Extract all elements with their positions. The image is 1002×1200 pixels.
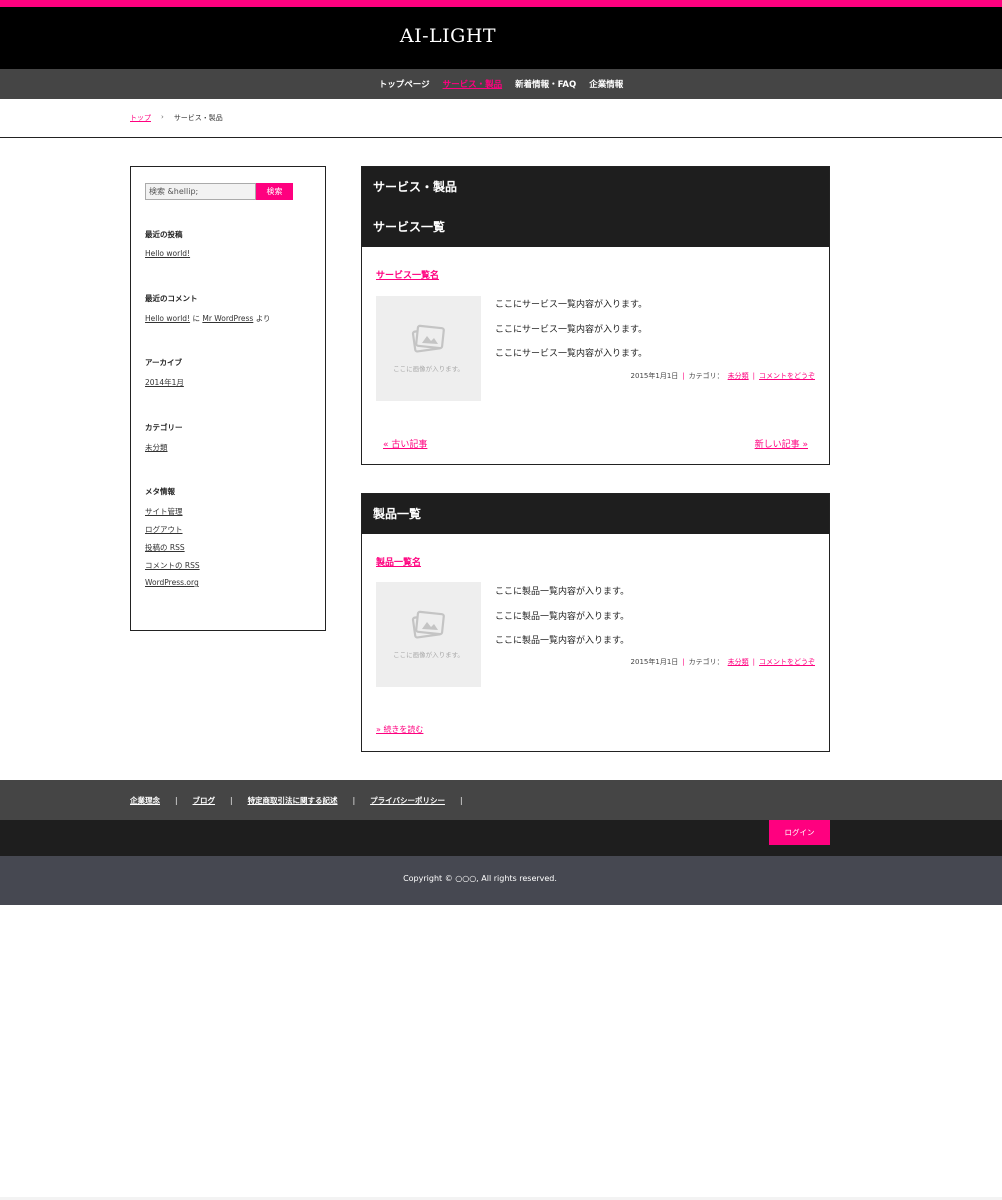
breadcrumb-current: サービス・製品 — [173, 114, 223, 122]
breadcrumb: トップ › サービス・製品 — [130, 113, 223, 123]
footer-separator: | — [175, 796, 178, 805]
nav-item-news-faq[interactable]: 新着情報・FAQ — [515, 78, 576, 90]
comment-author-link[interactable]: Mr WordPress — [202, 314, 253, 323]
services-panel: サービス・製品 サービス一覧 サービス一覧名 ここに画像が入ります。 ここにサー… — [361, 166, 830, 465]
widget-title: 最近のコメント — [145, 294, 198, 303]
meta-separator: | — [682, 658, 685, 666]
excerpt-line: ここにサービス一覧内容が入ります。 — [495, 349, 648, 359]
meta-link-comments-rss[interactable]: コメントの RSS — [145, 560, 200, 571]
comment-post-link[interactable]: Hello world! — [145, 314, 190, 323]
image-placeholder-icon — [411, 324, 445, 353]
footer-separator: | — [230, 796, 233, 805]
read-more-link[interactable]: » 続きを読む — [376, 724, 423, 735]
widget-title: メタ情報 — [145, 487, 175, 496]
widget-recent-posts: 最近の投稿 Hello world! — [145, 229, 190, 265]
post-date: 2015年1月1日 — [630, 658, 679, 666]
footer-link-commerce-law[interactable]: 特定商取引法に関する記述 — [248, 795, 338, 806]
meta-link-wordpress[interactable]: WordPress.org — [145, 578, 200, 587]
excerpt-line: ここに製品一覧内容が入ります。 — [495, 636, 630, 646]
meta-link-admin[interactable]: サイト管理 — [145, 506, 200, 517]
recent-comment: Hello world! に Mr WordPress より — [145, 313, 271, 324]
footer-separator: | — [352, 796, 356, 805]
footer-nav: 企業理念 | ブログ | 特定商取引法に関する記述 | プライバシーポリシー | — [0, 780, 1002, 820]
nav-item-services[interactable]: サービス・製品 — [443, 78, 503, 90]
site-logo[interactable]: AI-LIGHT — [0, 25, 896, 47]
footer-links: 企業理念 | ブログ | 特定商取引法に関する記述 | プライバシーポリシー | — [130, 795, 477, 806]
post-date: 2015年1月1日 — [630, 372, 679, 380]
post-category-link[interactable]: 未分類 — [728, 657, 749, 667]
site-header: AI-LIGHT — [0, 7, 1002, 69]
thumbnail-placeholder-text: ここに画像が入ります。 — [393, 651, 464, 659]
widget-title: カテゴリー — [145, 423, 183, 432]
services-section-title: サービス一覧 — [373, 220, 446, 234]
footer-bar: ログイン — [0, 820, 1002, 856]
copyright-bar: Copyright © ○○○, All rights reserved. — [0, 856, 1002, 905]
meta-link-logout[interactable]: ログアウト — [145, 524, 200, 535]
widget-archives: アーカイブ 2014年1月 — [145, 357, 184, 395]
top-accent-bar — [0, 0, 1002, 7]
post-comment-link[interactable]: コメントをどうぞ — [759, 657, 815, 667]
excerpt-line: ここに製品一覧内容が入ります。 — [495, 611, 630, 622]
search-form: 検索 — [145, 183, 293, 200]
product-post-meta: 2015年1月1日 | カテゴリ： 未分類 | コメントをどうぞ — [631, 657, 815, 667]
copyright-text: Copyright © ○○○, All rights reserved. — [403, 874, 557, 883]
excerpt-line: ここに製品一覧内容が入ります。 — [495, 587, 630, 597]
page-title: サービス・製品 — [373, 180, 458, 194]
post-comment-link[interactable]: コメントをどうぞ — [759, 371, 815, 381]
category-link[interactable]: 未分類 — [145, 442, 183, 453]
breadcrumb-home[interactable]: トップ — [130, 113, 151, 123]
login-button[interactable]: ログイン — [769, 820, 830, 845]
recent-post-link[interactable]: Hello world! — [145, 249, 190, 258]
category-label: カテゴリ： — [688, 372, 724, 380]
service-thumbnail: ここに画像が入ります。 — [376, 296, 481, 401]
widget-title: アーカイブ — [145, 358, 183, 367]
product-post-title[interactable]: 製品一覧名 — [376, 555, 421, 568]
breadcrumb-divider — [0, 137, 1002, 138]
footer-separator: | — [459, 796, 463, 805]
products-section-title: 製品一覧 — [373, 507, 422, 521]
nav-item-company[interactable]: 企業情報 — [589, 78, 623, 90]
service-post-meta: 2015年1月1日 | カテゴリ： 未分類 | コメントをどうぞ — [631, 371, 815, 381]
search-button[interactable]: 検索 — [256, 183, 293, 200]
newer-posts-link[interactable]: 新しい記事 » — [755, 437, 808, 450]
footer-link-philosophy[interactable]: 企業理念 — [130, 795, 160, 806]
breadcrumb-separator: › — [161, 113, 164, 121]
thumbnail-placeholder-text: ここに画像が入ります。 — [393, 365, 464, 373]
meta-separator: | — [752, 372, 755, 380]
service-post-excerpt: ここにサービス一覧内容が入ります。 ここにサービス一覧内容が入ります。 ここにサ… — [495, 297, 647, 371]
search-input[interactable] — [145, 183, 256, 200]
older-posts-link[interactable]: « 古い記事 — [383, 437, 427, 450]
excerpt-line: ここにサービス一覧内容が入ります。 — [495, 300, 648, 310]
meta-separator: | — [752, 658, 755, 666]
service-post-title[interactable]: サービス一覧名 — [376, 268, 439, 281]
widget-categories: カテゴリー 未分類 — [145, 422, 183, 460]
services-panel-header: サービス・製品 サービス一覧 — [362, 167, 829, 247]
product-post-excerpt: ここに製品一覧内容が入ります。 ここに製品一覧内容が入ります。 ここに製品一覧内… — [495, 584, 629, 658]
widget-meta: メタ情報 サイト管理 ログアウト 投稿の RSS コメントの RSS WordP… — [145, 486, 200, 594]
widget-recent-comments: 最近のコメント Hello world! に Mr WordPress より — [145, 293, 271, 324]
category-label: カテゴリ： — [688, 658, 724, 666]
nav-item-top[interactable]: トップページ — [379, 78, 430, 90]
widget-title: 最近の投稿 — [145, 230, 183, 239]
sidebar: 検索 最近の投稿 Hello world! 最近のコメント Hello worl… — [130, 166, 326, 631]
footer-link-privacy[interactable]: プライバシーポリシー — [370, 795, 445, 806]
image-placeholder-icon — [411, 610, 445, 639]
comment-on-text: に — [192, 314, 200, 323]
comment-suffix-text: より — [255, 314, 271, 323]
post-category-link[interactable]: 未分類 — [728, 371, 749, 381]
archive-link[interactable]: 2014年1月 — [145, 377, 184, 388]
product-thumbnail: ここに画像が入ります。 — [376, 582, 481, 687]
meta-link-posts-rss[interactable]: 投稿の RSS — [145, 542, 200, 553]
products-panel-header: 製品一覧 — [362, 494, 829, 534]
products-panel: 製品一覧 製品一覧名 ここに画像が入ります。 ここに製品一覧内容が入ります。 こ… — [361, 493, 830, 752]
excerpt-line: ここにサービス一覧内容が入ります。 — [495, 324, 648, 335]
meta-separator: | — [682, 372, 685, 380]
footer-link-blog[interactable]: ブログ — [193, 795, 216, 806]
global-nav: トップページ サービス・製品 新着情報・FAQ 企業情報 — [0, 69, 1002, 99]
